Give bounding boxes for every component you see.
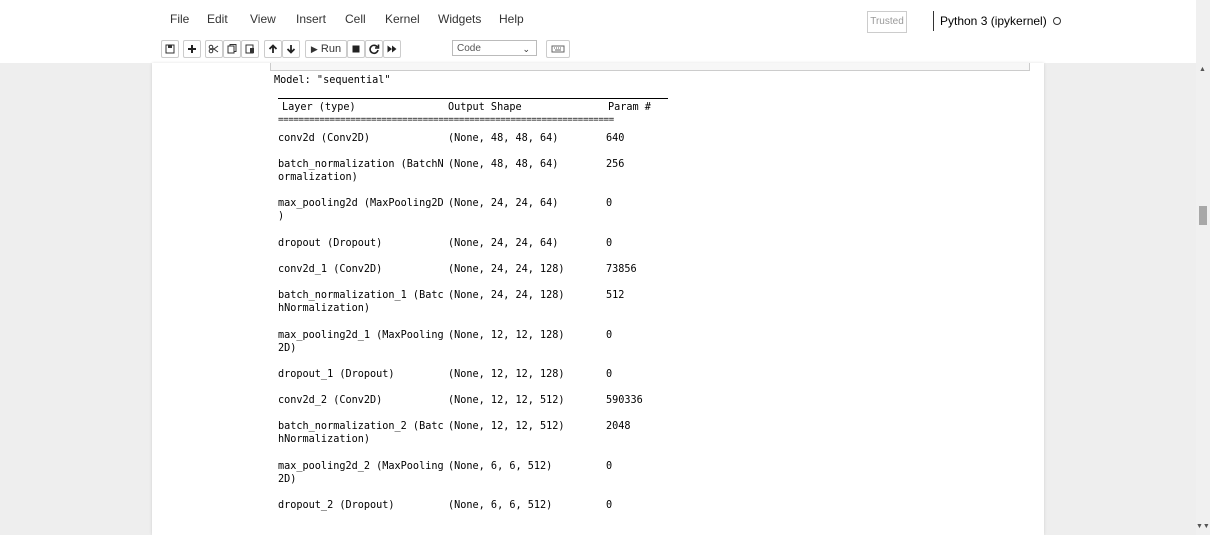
param-count: 2048 [606, 421, 631, 432]
menu-kernel[interactable]: Kernel [385, 12, 420, 26]
copy-icon [224, 41, 240, 57]
menu-view[interactable]: View [250, 12, 276, 26]
vertical-scrollbar[interactable]: ▲ ▼▼ [1196, 0, 1210, 535]
menu-help[interactable]: Help [499, 12, 524, 26]
output-shape: (None, 12, 12, 512) [448, 395, 565, 406]
layer-name: batch_normalization_1 (Batc hNormalizati… [278, 290, 444, 314]
layer-name: dropout_2 (Dropout) [278, 500, 395, 511]
header-separator: ========================================… [278, 115, 614, 125]
insert-cell-button[interactable] [183, 40, 201, 58]
notebook-container: Model: "sequential" Layer (type) Output … [152, 63, 1044, 535]
layer-name: max_pooling2d_1 (MaxPooling 2D) [278, 330, 444, 354]
output-shape: (None, 48, 48, 64) [448, 133, 559, 144]
param-count: 512 [606, 290, 625, 301]
layer-name: batch_normalization_2 (Batc hNormalizati… [278, 421, 444, 445]
menu-widgets[interactable]: Widgets [438, 12, 481, 26]
cut-button[interactable] [205, 40, 223, 58]
restart-run-all-button[interactable] [383, 40, 401, 58]
arrow-up-icon [265, 41, 281, 57]
table-top-rule [278, 98, 668, 99]
keyboard-icon [547, 41, 569, 57]
output-shape: (None, 24, 24, 128) [448, 264, 565, 275]
output-shape: (None, 6, 6, 512) [448, 461, 553, 472]
output-shape: (None, 24, 24, 128) [448, 290, 565, 301]
header-param-count: Param # [608, 102, 651, 113]
cell-type-value: Code [457, 43, 481, 54]
param-count: 0 [606, 238, 613, 249]
menu-file[interactable]: File [170, 12, 189, 26]
layer-name: batch_normalization (BatchN ormalization… [278, 159, 444, 183]
interrupt-button[interactable] [347, 40, 365, 58]
trusted-indicator[interactable]: Trusted [867, 11, 907, 33]
param-count: 0 [606, 461, 613, 472]
run-button[interactable]: ▶ Run [305, 40, 347, 58]
output-shape: (None, 48, 48, 64) [448, 159, 559, 170]
paste-icon [242, 41, 258, 57]
move-down-button[interactable] [282, 40, 300, 58]
previous-cell-input[interactable] [270, 63, 1030, 71]
command-palette-button[interactable] [546, 40, 570, 58]
output-shape: (None, 12, 12, 128) [448, 330, 565, 341]
cell-type-select[interactable]: Code ⌄ [452, 40, 537, 56]
stop-icon [348, 41, 364, 57]
kernel-status[interactable]: Python 3 (ipykernel) [933, 11, 1061, 31]
layer-name: conv2d_1 (Conv2D) [278, 264, 383, 275]
output-shape: (None, 24, 24, 64) [448, 198, 559, 209]
param-count: 256 [606, 159, 625, 170]
move-up-button[interactable] [264, 40, 282, 58]
kernel-name: Python 3 (ipykernel) [940, 14, 1047, 28]
header-output-shape: Output Shape [448, 102, 522, 113]
menu-edit[interactable]: Edit [207, 12, 228, 26]
scrollbar-thumb[interactable] [1199, 206, 1207, 225]
param-count: 640 [606, 133, 625, 144]
chevron-down-icon: ⌄ [522, 44, 530, 54]
param-count: 73856 [606, 264, 637, 275]
output-shape: (None, 24, 24, 64) [448, 238, 559, 249]
cut-icon [206, 41, 222, 57]
run-label: Run [320, 43, 342, 55]
menu-cell[interactable]: Cell [345, 12, 366, 26]
output-shape: (None, 12, 12, 128) [448, 369, 565, 380]
output-shape: (None, 12, 12, 512) [448, 421, 565, 432]
arrow-down-icon [283, 41, 299, 57]
header-layer-type: Layer (type) [282, 102, 356, 113]
restart-button[interactable] [365, 40, 383, 58]
copy-button[interactable] [223, 40, 241, 58]
layer-name: dropout_1 (Dropout) [278, 369, 395, 380]
fast-forward-icon [384, 41, 400, 57]
restart-icon [366, 41, 382, 57]
kernel-idle-icon [1052, 16, 1061, 25]
layer-name: max_pooling2d_2 (MaxPooling 2D) [278, 461, 444, 485]
param-count: 0 [606, 369, 613, 380]
layer-name: dropout (Dropout) [278, 238, 383, 249]
layer-name: conv2d (Conv2D) [278, 133, 371, 144]
save-button[interactable] [161, 40, 179, 58]
layer-name: max_pooling2d (MaxPooling2D ) [278, 198, 444, 222]
play-icon: ▶ [310, 44, 318, 54]
scroll-down-arrow-icon[interactable]: ▼▼ [1196, 523, 1210, 530]
plus-icon [184, 41, 200, 57]
save-icon [162, 41, 178, 57]
param-count: 590336 [606, 395, 643, 406]
previous-cell-code-fragment [279, 63, 285, 64]
param-count: 0 [606, 500, 613, 511]
paste-button[interactable] [241, 40, 259, 58]
model-title: Model: "sequential" [274, 75, 391, 86]
scroll-up-arrow-icon[interactable]: ▲ [1199, 66, 1206, 73]
param-count: 0 [606, 330, 613, 341]
param-count: 0 [606, 198, 613, 209]
output-shape: (None, 6, 6, 512) [448, 500, 553, 511]
menu-insert[interactable]: Insert [296, 12, 326, 26]
notebook-header: File Edit View Insert Cell Kernel Widget… [0, 0, 1196, 63]
layer-name: conv2d_2 (Conv2D) [278, 395, 383, 406]
